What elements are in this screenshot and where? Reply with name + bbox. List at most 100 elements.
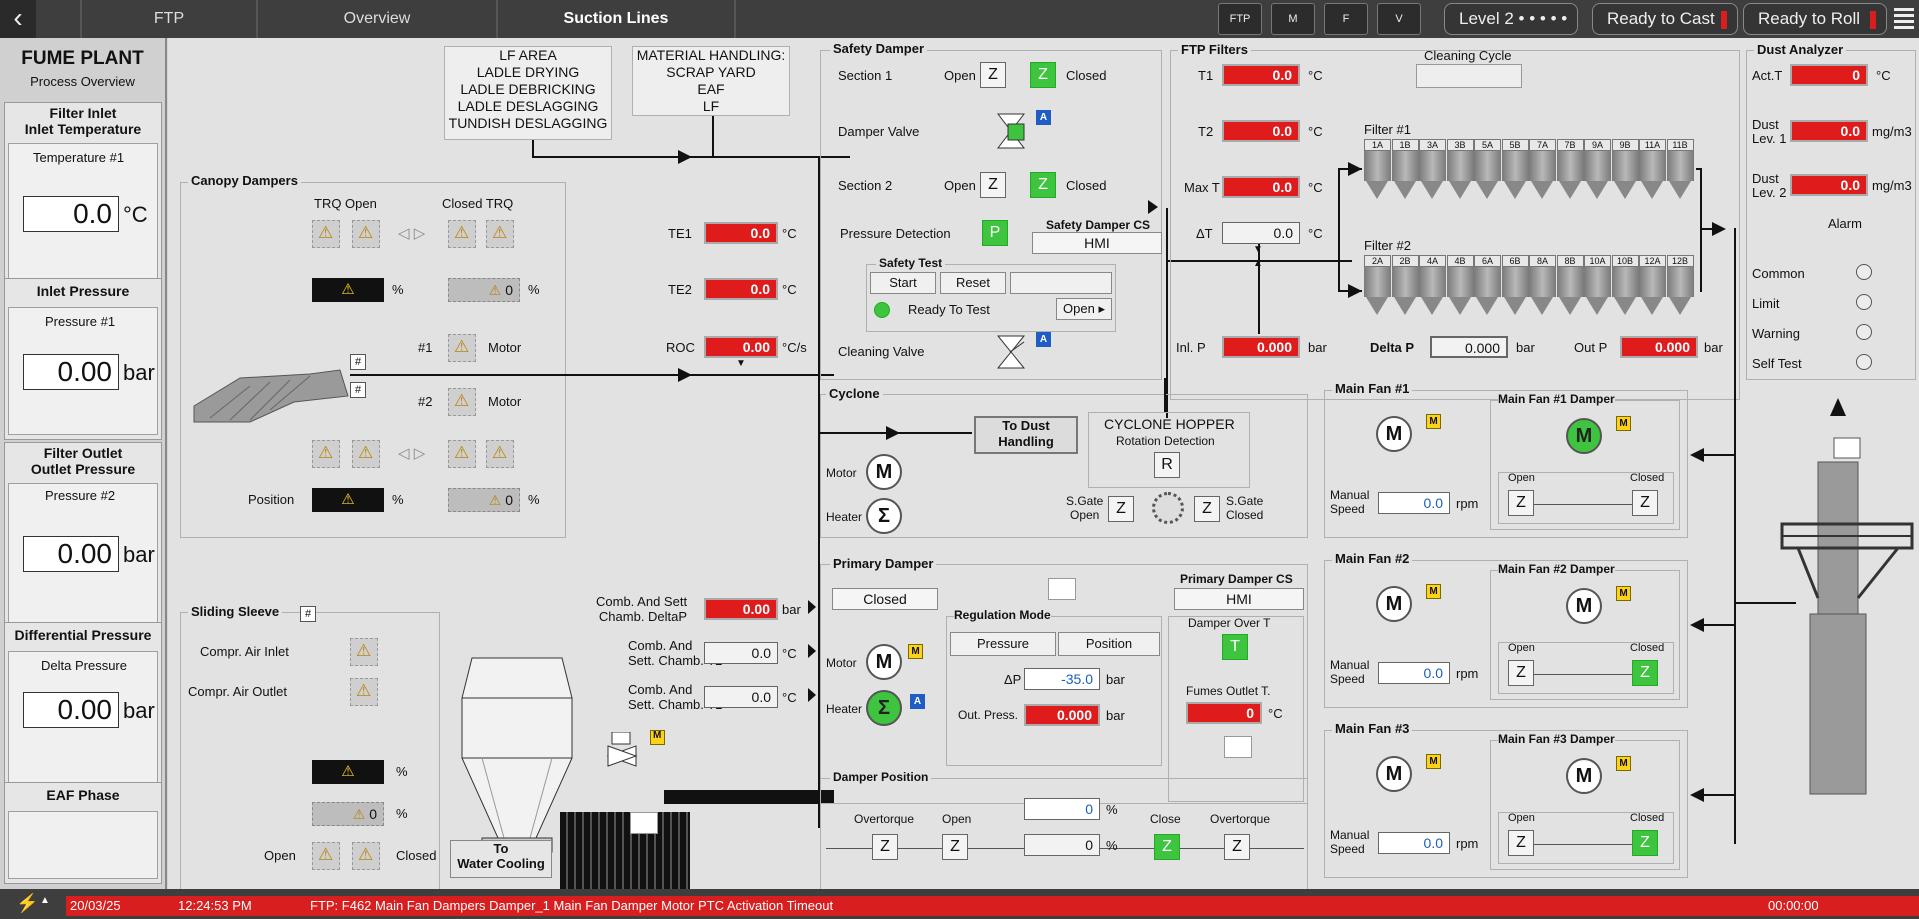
ready-status-lamp — [874, 302, 890, 318]
fan-speed-input[interactable]: 0.0 — [1378, 662, 1450, 684]
damper-closed-indicator[interactable]: Z — [1632, 660, 1658, 686]
start-button[interactable]: Start — [870, 272, 936, 294]
fan-motor-icon[interactable]: M — [1376, 756, 1412, 792]
damper-motor-icon[interactable]: M — [1566, 588, 1602, 624]
unit-label: °C — [1876, 68, 1891, 83]
cyclone-heater-icon[interactable]: Σ — [866, 498, 902, 534]
fan-motor-icon[interactable]: M — [1376, 586, 1412, 622]
primary-motor-icon[interactable]: M — [866, 644, 902, 680]
t2-label: T2 — [1198, 124, 1214, 139]
reset-button[interactable]: Reset — [940, 272, 1006, 294]
section2-open-indicator[interactable]: Z — [980, 172, 1006, 198]
lf-area-box: LF AREA LADLE DRYING LADLE DEBRICKING LADLE… — [444, 46, 612, 140]
hash-icon[interactable]: # — [300, 606, 316, 622]
open-label: Open — [1508, 812, 1535, 824]
damper-valve-icon[interactable] — [994, 110, 1028, 152]
damper-open-indicator[interactable]: Z — [1508, 490, 1534, 516]
sgate-closed-indicator[interactable]: Z — [1194, 496, 1220, 522]
cyclone-heater-label: Heater — [826, 510, 863, 524]
filter-cell: 3A — [1419, 139, 1446, 203]
flow-arrow — [754, 790, 768, 804]
filter-cell: 12B — [1666, 255, 1694, 319]
open-limit-indicator[interactable]: Z — [942, 834, 968, 860]
cleaning-valve-label: Cleaning Valve — [838, 344, 925, 359]
lightning-icon[interactable]: ⚡ — [16, 893, 38, 914]
filter-tools-icon[interactable]: F — [1324, 3, 1368, 35]
ready-to-roll-button[interactable]: Ready to Roll — [1743, 3, 1887, 35]
position-feedback-value: ⚠ 0 — [448, 488, 520, 512]
to-water-cooling-button[interactable]: To Water Cooling — [450, 840, 552, 878]
primary-cs-selector[interactable]: HMI — [1174, 588, 1304, 610]
ready-to-cast-button[interactable]: Ready to Cast — [1592, 3, 1738, 35]
filter-cell: 7A — [1529, 139, 1556, 203]
pressure-detection-label: Pressure Detection — [840, 226, 951, 241]
position-mode-button[interactable]: Position — [1058, 632, 1160, 656]
breadcrumb-overview[interactable]: Overview — [258, 0, 496, 38]
trend-icon[interactable] — [630, 812, 658, 834]
alarm-message-row[interactable]: 20/03/25 12:24:53 PM FTP: F462 Main Fan … — [66, 896, 1919, 916]
cyclone-motor-label: Motor — [826, 466, 857, 480]
close-limit-indicator[interactable]: Z — [1154, 834, 1180, 860]
damper-closed-indicator[interactable]: Z — [1632, 490, 1658, 516]
fan-motor-icon[interactable]: M — [1376, 416, 1412, 452]
primary-heater-icon[interactable]: Σ — [866, 690, 902, 726]
valve-icon[interactable] — [604, 731, 640, 772]
ftp-tools-icon[interactable]: FTP — [1218, 3, 1262, 35]
auto-mode-tag: A — [1036, 110, 1051, 125]
position-setpoint-input[interactable]: 0 — [1024, 798, 1100, 820]
overtorque-open-indicator[interactable]: Z — [872, 834, 898, 860]
section1-closed-indicator[interactable]: Z — [1030, 62, 1056, 88]
filter-cell: 10A — [1584, 255, 1611, 319]
fan-speed-input[interactable]: 0.0 — [1378, 832, 1450, 854]
temp1-unit: °C — [123, 202, 148, 227]
damper-motor-icon[interactable]: M — [1566, 758, 1602, 794]
fan-speed-input[interactable]: 0.0 — [1378, 492, 1450, 514]
test-spare-button[interactable] — [1010, 272, 1112, 294]
menu-icon[interactable] — [1894, 8, 1914, 30]
hash-icon[interactable]: # — [350, 354, 366, 370]
ready-status-text: Ready To Test — [908, 302, 990, 317]
trend-icon[interactable] — [1048, 578, 1076, 600]
hash-icon[interactable]: # — [350, 382, 366, 398]
pressure1-value: 0.00 — [23, 354, 119, 390]
breadcrumb-suction-lines[interactable]: Suction Lines — [498, 0, 734, 38]
dp-setpoint-input[interactable]: -35.0 — [1024, 668, 1100, 690]
open-dropdown-button[interactable]: Open ▸ — [1056, 298, 1112, 320]
sgate-open-indicator[interactable]: Z — [1108, 496, 1134, 522]
back-button[interactable]: ‹ — [0, 0, 36, 38]
caret-up-icon[interactable]: ▲ — [40, 895, 50, 906]
safety-cs-selector[interactable]: HMI — [1032, 232, 1162, 254]
cleaning-valve-icon[interactable] — [994, 332, 1028, 372]
air-valve-icon — [350, 678, 378, 706]
pressure-mode-button[interactable]: Pressure — [950, 632, 1056, 656]
damper-motor-icon[interactable]: M — [1566, 418, 1602, 454]
over-temperature-indicator[interactable]: T — [1222, 634, 1248, 660]
trend-icon[interactable] — [1224, 736, 1252, 758]
breadcrumb-ftp[interactable]: FTP — [82, 0, 256, 38]
damper-open-indicator[interactable]: Z — [1508, 660, 1534, 686]
closed-trq-value: ⚠ 0 — [448, 278, 520, 302]
level-selector[interactable]: Level 2 • • • • • •▼ — [1444, 3, 1578, 58]
section1-open-indicator[interactable]: Z — [980, 62, 1006, 88]
filter-cell-label: 8B — [1556, 255, 1584, 267]
rotation-indicator[interactable]: R — [1154, 452, 1180, 478]
section2-closed-indicator[interactable]: Z — [1030, 172, 1056, 198]
filter-cell-label: 12A — [1639, 255, 1666, 267]
rotary-valve-icon[interactable] — [1152, 492, 1184, 524]
warning-icon — [486, 440, 514, 468]
main-fan-title: Main Fan #2 — [1332, 551, 1413, 566]
lev1-label: Dust Lev. 1 — [1752, 117, 1787, 146]
to-dust-handling-button[interactable]: To Dust Handling — [974, 416, 1078, 454]
valve-tools-icon[interactable]: V — [1377, 3, 1421, 35]
motor-tools-icon[interactable]: M — [1271, 3, 1315, 35]
damper-closed-indicator[interactable]: Z — [1632, 830, 1658, 856]
flow-arrow — [1690, 448, 1704, 462]
pressure-detection-indicator[interactable]: P — [982, 220, 1008, 246]
regulation-mode-label: Regulation Mode — [954, 608, 1051, 622]
overtorque-close-indicator[interactable]: Z — [1224, 834, 1250, 860]
caret-up-icon: ▲ — [1253, 258, 1263, 269]
cyclone-motor-icon[interactable]: M — [866, 454, 902, 490]
unit-label: % — [528, 282, 540, 297]
damper-open-indicator[interactable]: Z — [1508, 830, 1534, 856]
material-handling-box: MATERIAL HANDLING: SCRAP YARD EAF LF — [632, 46, 790, 116]
